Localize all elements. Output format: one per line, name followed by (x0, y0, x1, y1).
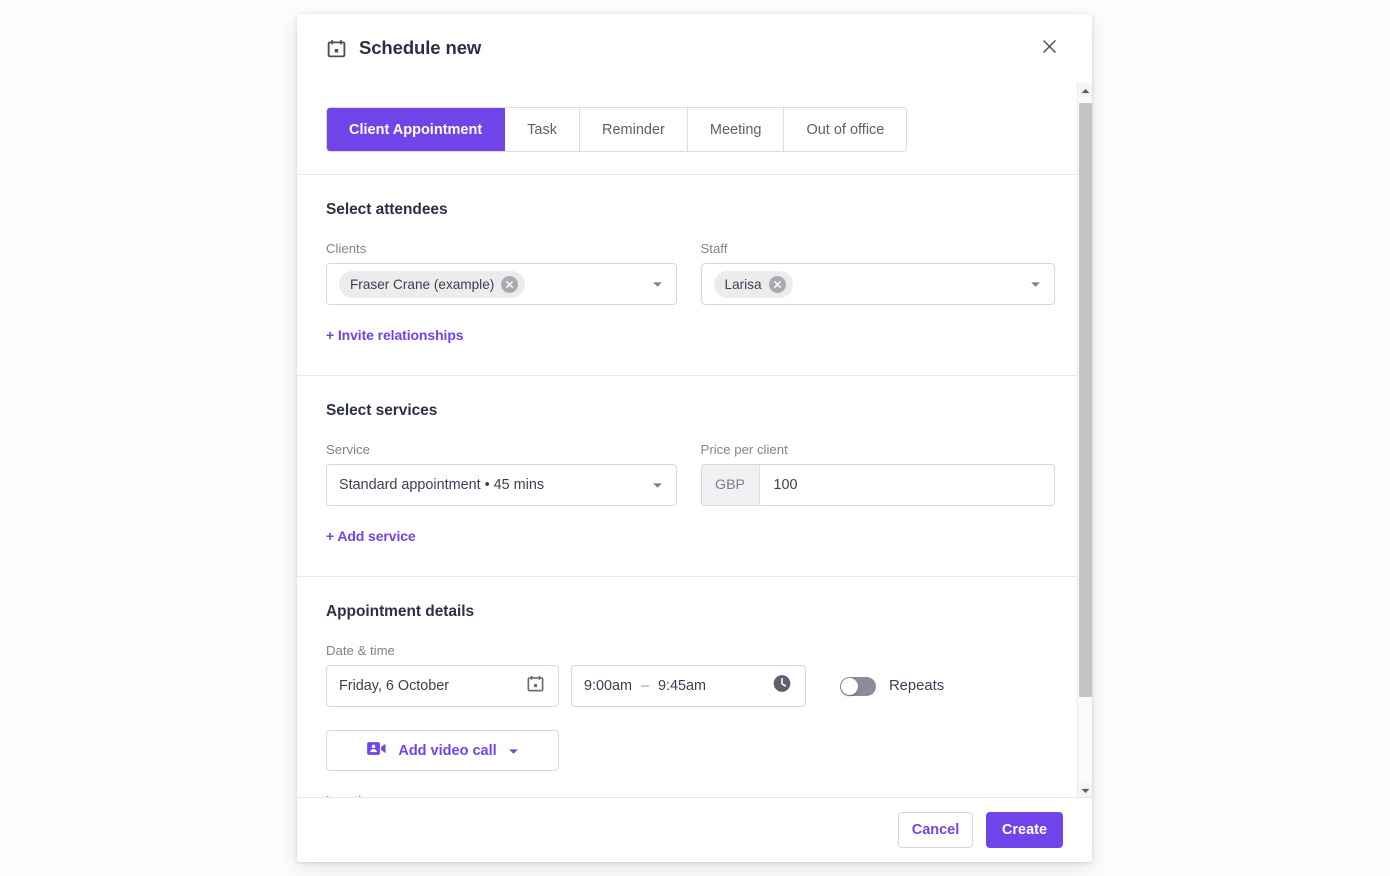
date-picker[interactable]: Friday, 6 October (326, 665, 559, 707)
calendar-icon (326, 38, 347, 59)
scroll-down-button[interactable] (1078, 782, 1092, 797)
time-separator: – (641, 678, 649, 694)
modal-header: Schedule new (297, 14, 1092, 82)
add-video-call-button[interactable]: Add video call (326, 730, 559, 771)
scrollbar-vertical[interactable] (1077, 82, 1092, 797)
screen-root: Schedule new Client Appointment Task (0, 0, 1390, 876)
time-range-picker[interactable]: 9:00am – 9:45am (571, 665, 806, 707)
service-select[interactable]: Standard appointment • 45 mins (326, 464, 677, 506)
clock-icon[interactable] (772, 674, 792, 699)
chevron-down-icon[interactable] (1030, 275, 1041, 293)
close-button[interactable] (1034, 33, 1064, 63)
caret-up-icon (1081, 82, 1090, 99)
tab-reminder[interactable]: Reminder (580, 108, 688, 151)
add-service-link[interactable]: + Add service (326, 528, 416, 544)
service-selected-value: Standard appointment • 45 mins (339, 477, 544, 493)
scroll-up-button[interactable] (1078, 82, 1092, 97)
attendees-row: Clients Fraser Crane (example) (326, 241, 1055, 305)
datetime-label: Date & time (326, 643, 1055, 658)
time-end-value: 9:45am (658, 678, 706, 694)
section-title-services: Select services (326, 402, 1055, 420)
chevron-down-icon[interactable] (652, 275, 663, 293)
service-label: Service (326, 442, 677, 457)
modal-header-left: Schedule new (326, 37, 481, 59)
staff-label: Staff (701, 241, 1055, 256)
price-input[interactable] (760, 465, 1054, 505)
remove-staff-icon[interactable] (769, 276, 786, 293)
toggle-knob (841, 678, 858, 695)
create-button[interactable]: Create (986, 812, 1063, 848)
schedule-new-modal: Schedule new Client Appointment Task (297, 14, 1092, 862)
tabs-container: Client Appointment Task Reminder Meeting… (297, 82, 1084, 175)
select-attendees-section: Select attendees Clients Fraser Crane (e… (297, 175, 1084, 376)
tab-out-of-office[interactable]: Out of office (784, 108, 906, 151)
page-title: Schedule new (359, 37, 481, 59)
cancel-button[interactable]: Cancel (898, 812, 973, 848)
price-input-group: GBP (701, 464, 1055, 506)
repeats-control: Repeats (840, 677, 944, 696)
clients-label: Clients (326, 241, 677, 256)
select-services-section: Select services Service Standard appoint… (297, 376, 1084, 577)
close-icon (1041, 38, 1058, 58)
clients-field-group: Clients Fraser Crane (example) (326, 241, 677, 305)
currency-prefix: GBP (702, 465, 760, 505)
chevron-down-icon[interactable] (652, 476, 663, 494)
tab-client-appointment[interactable]: Client Appointment (327, 108, 505, 151)
caret-down-icon (1081, 781, 1090, 799)
client-chip[interactable]: Fraser Crane (example) (339, 271, 525, 298)
video-camera-icon (366, 740, 387, 761)
date-value: Friday, 6 October (339, 678, 449, 694)
tab-task[interactable]: Task (505, 108, 580, 151)
staff-chip[interactable]: Larisa (714, 271, 793, 298)
repeats-toggle[interactable] (840, 677, 876, 696)
location-field-group: Location (326, 793, 1055, 798)
price-label: Price per client (701, 442, 1055, 457)
staff-select[interactable]: Larisa (701, 263, 1055, 305)
invite-relationships-link[interactable]: + Invite relationships (326, 327, 463, 343)
chevron-down-icon[interactable] (508, 743, 519, 759)
calendar-icon[interactable] (526, 674, 545, 698)
section-title-details: Appointment details (326, 603, 1055, 621)
appointment-details-section: Appointment details Date & time Friday, … (297, 577, 1084, 798)
service-field-group: Service Standard appointment • 45 mins (326, 442, 677, 506)
price-field-group: Price per client GBP (701, 442, 1055, 506)
section-title-attendees: Select attendees (326, 201, 1055, 219)
modal-footer: Cancel Create (297, 798, 1092, 862)
client-chip-label: Fraser Crane (example) (350, 277, 494, 292)
staff-field-group: Staff Larisa (701, 241, 1055, 305)
scrollbar-thumb[interactable] (1079, 103, 1092, 696)
services-row: Service Standard appointment • 45 mins P… (326, 442, 1055, 506)
modal-scroll-body: Client Appointment Task Reminder Meeting… (297, 82, 1092, 798)
repeats-label: Repeats (889, 678, 944, 694)
staff-chip-label: Larisa (725, 277, 762, 292)
clients-select[interactable]: Fraser Crane (example) (326, 263, 677, 305)
modal-content: Client Appointment Task Reminder Meeting… (297, 82, 1084, 798)
time-start-value: 9:00am (584, 678, 632, 694)
remove-client-icon[interactable] (501, 276, 518, 293)
datetime-row: Friday, 6 October 9:00am (326, 665, 1055, 707)
location-label: Location (326, 793, 1055, 798)
add-video-call-label: Add video call (398, 743, 496, 759)
tab-meeting[interactable]: Meeting (688, 108, 785, 151)
appointment-type-tabs: Client Appointment Task Reminder Meeting… (326, 107, 907, 152)
